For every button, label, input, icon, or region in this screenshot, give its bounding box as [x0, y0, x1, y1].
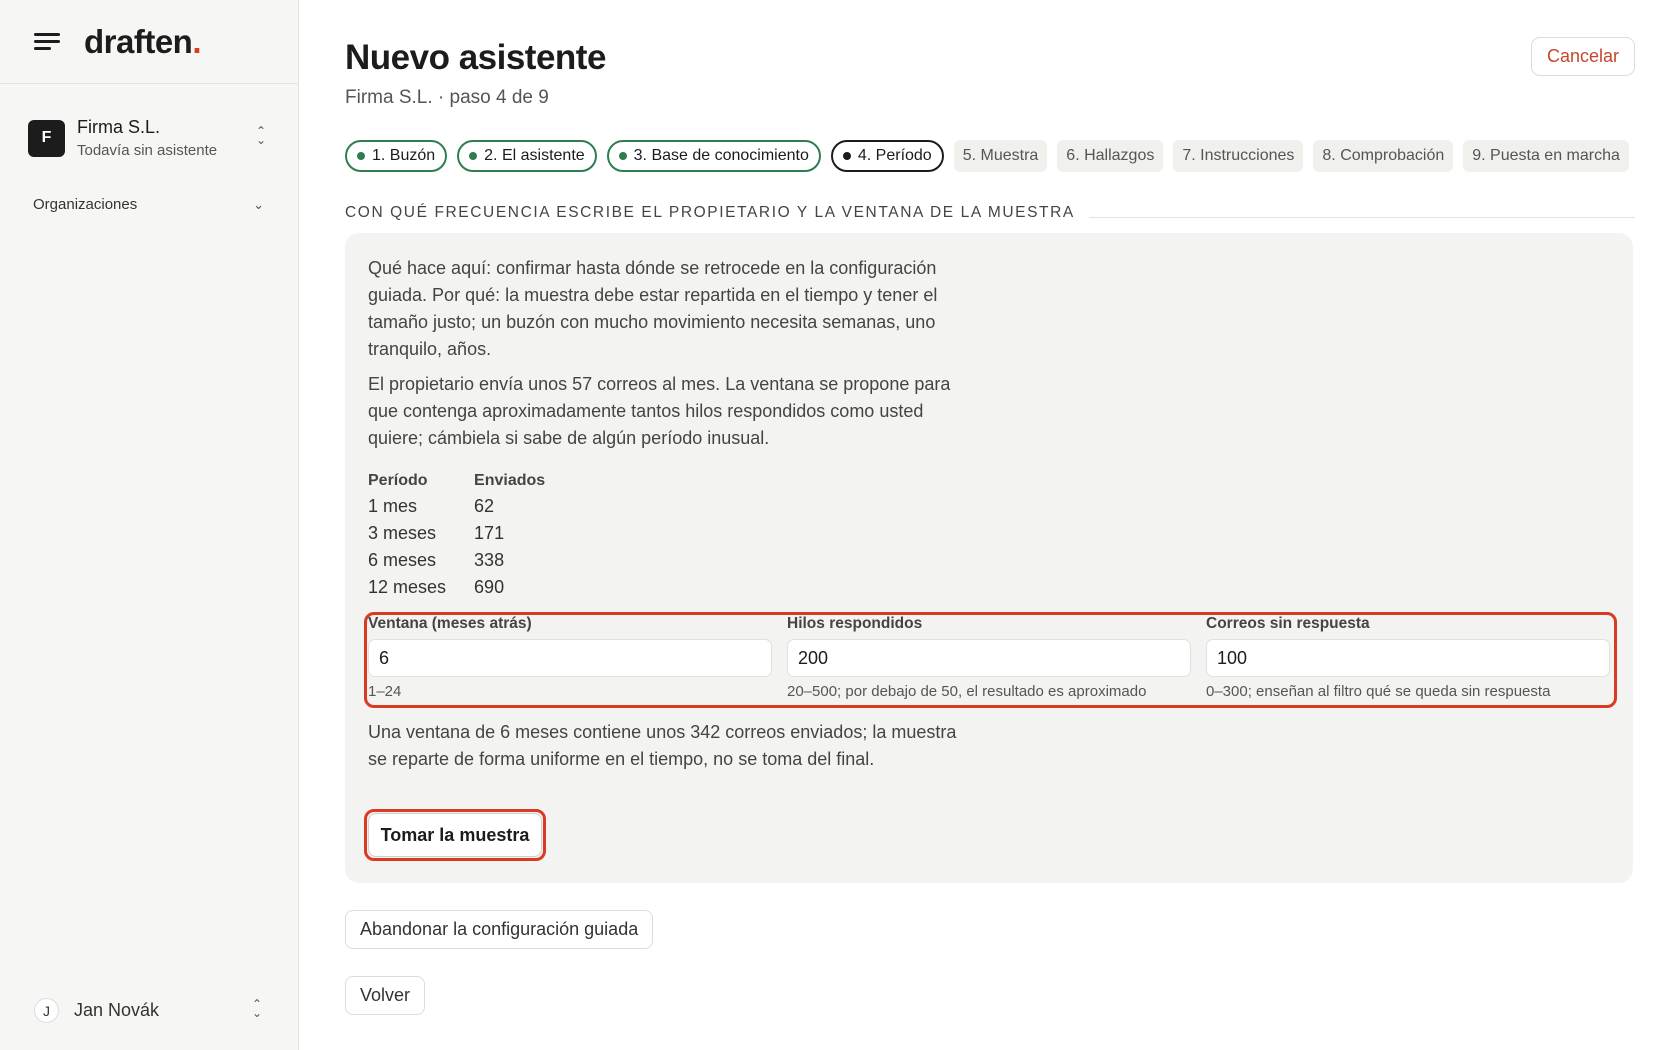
- step-5: 5. Muestra: [953, 140, 1048, 172]
- sent-volume-table: Período Enviados 1 mes 62 3 meses 171 6 me…: [368, 472, 573, 604]
- check-dot-icon: [469, 152, 478, 160]
- abandon-setup-button[interactable]: Abandonar la configuración guiada: [345, 910, 654, 949]
- current-dot-icon: [842, 152, 851, 160]
- logo: draften.: [84, 22, 202, 60]
- organizations-section[interactable]: Organizaciones ⌄: [33, 196, 264, 213]
- brand-bar: draften.: [0, 0, 298, 84]
- section-title: CON QUÉ FRECUENCIA ESCRIBE EL PROPIETARI…: [345, 204, 1075, 221]
- sent-cell: 338: [474, 550, 505, 570]
- owner-info-text: El propietario envía unos 57 correos al …: [368, 374, 951, 448]
- org-switcher[interactable]: F Firma S.L. Todavía sin asistente ⌃ ⌄: [28, 114, 270, 162]
- menu-icon[interactable]: [34, 31, 60, 53]
- step-7: 7. Instrucciones: [1173, 140, 1304, 172]
- user-avatar: J: [34, 998, 59, 1023]
- table-row: 3 meses 171: [368, 523, 573, 550]
- period-cell: 12 meses: [368, 577, 447, 597]
- unanswered-field-group: Correos sin respuesta 0–300; enseñan al …: [1206, 615, 1610, 700]
- org-subtitle: Todavía sin asistente: [77, 142, 218, 159]
- intro-text: Qué hace aquí: confirmar hasta dónde se …: [368, 258, 938, 359]
- step-2[interactable]: 2. El asistente: [457, 140, 597, 172]
- sent-cell: 690: [474, 577, 505, 597]
- sample-fields: Ventana (meses atrás) 1–24 Hilos respond…: [368, 615, 1610, 700]
- step-8: 8. Comprobación: [1313, 140, 1454, 172]
- table-header-row: Período Enviados: [368, 472, 573, 496]
- column-header: Enviados: [474, 472, 546, 489]
- org-avatar: F: [28, 119, 65, 157]
- check-dot-icon: [357, 152, 365, 160]
- user-name: Jan Novák: [74, 1000, 160, 1020]
- step-6: 6. Hallazgos: [1057, 140, 1164, 172]
- take-sample-button[interactable]: Tomar la muestra: [368, 813, 542, 857]
- column-header: Período: [368, 472, 428, 489]
- updown-chevron-icon: ⌃ ⌄: [251, 996, 263, 1020]
- organizations-label: Organizaciones: [33, 196, 138, 213]
- step-1[interactable]: 1. Buzón: [345, 140, 448, 172]
- threads-hint: 20–500; por debajo de 50, el resultado e…: [787, 683, 1147, 700]
- unanswered-hint: 0–300; enseñan al filtro qué se queda si…: [1206, 683, 1551, 700]
- unanswered-emails-input[interactable]: [1206, 639, 1610, 677]
- period-card: Qué hace aquí: confirmar hasta dónde se …: [345, 233, 1633, 883]
- cancel-button[interactable]: Cancelar: [1531, 37, 1635, 76]
- updown-chevron-icon: ⌃ ⌄: [255, 124, 267, 147]
- section-divider: [1088, 216, 1635, 218]
- back-button[interactable]: Volver: [345, 976, 426, 1015]
- threads-label: Hilos respondidos: [787, 615, 923, 632]
- table-row: 6 meses 338: [368, 550, 573, 577]
- window-months-input[interactable]: [368, 639, 772, 677]
- period-cell: 6 meses: [368, 550, 437, 570]
- section-header: CON QUÉ FRECUENCIA ESCRIBE EL PROPIETARI…: [345, 204, 1635, 222]
- window-label: Ventana (meses atrás): [368, 615, 532, 632]
- user-menu[interactable]: J Jan Novák ⌃ ⌄: [34, 998, 266, 1023]
- step-3[interactable]: 3. Base de conocimiento: [606, 140, 821, 172]
- sent-cell: 62: [474, 496, 495, 516]
- sent-cell: 171: [474, 523, 505, 543]
- table-row: 12 meses 690: [368, 577, 573, 604]
- period-cell: 1 mes: [368, 496, 418, 516]
- org-name: Firma S.L.: [77, 117, 161, 137]
- step-9: 9. Puesta en marcha: [1463, 140, 1629, 172]
- page-title: Nuevo asistente: [345, 38, 606, 77]
- period-cell: 3 meses: [368, 523, 437, 543]
- threads-field-group: Hilos respondidos 20–500; por debajo de …: [787, 615, 1191, 700]
- unanswered-label: Correos sin respuesta: [1206, 615, 1370, 632]
- page-subtitle: Firma S.L. · paso 4 de 9: [345, 87, 549, 108]
- window-summary-text: Una ventana de 6 meses contiene unos 342…: [368, 722, 957, 769]
- sidebar: draften. F Firma S.L. Todavía sin asiste…: [0, 0, 299, 1050]
- window-field-group: Ventana (meses atrás) 1–24: [368, 615, 772, 700]
- table-row: 1 mes 62: [368, 496, 573, 523]
- chevron-down-icon: ⌄: [253, 196, 264, 212]
- answered-threads-input[interactable]: [787, 639, 1191, 677]
- step-indicator: 1. Buzón 2. El asistente 3. Base de cono…: [345, 140, 1645, 172]
- step-4[interactable]: 4. Período: [830, 140, 944, 172]
- window-hint: 1–24: [368, 683, 402, 700]
- check-dot-icon: [618, 152, 627, 160]
